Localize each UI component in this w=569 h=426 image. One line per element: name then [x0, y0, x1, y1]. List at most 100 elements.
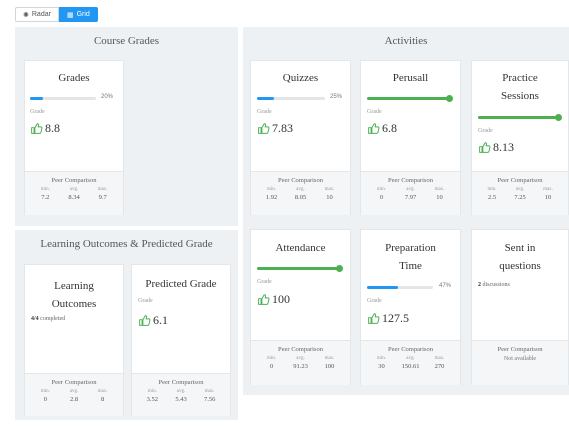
peer-min: 0: [379, 194, 384, 201]
peer-min: 1.92: [265, 194, 278, 201]
course-grades-panel: Course Grades Grades 20% Grade 8.8 Peer …: [15, 27, 238, 226]
quizzes-progress-fill: [257, 97, 274, 100]
learning-panel-title: Learning Outcomes & Predicted Grade: [40, 238, 213, 250]
attendance-title: Attendance: [275, 242, 326, 254]
grades-value: 8.8: [30, 121, 60, 136]
peer-min: 3.52: [146, 396, 159, 403]
grades-progress-bar: [30, 97, 96, 100]
grid-view-button[interactable]: ▦ Grid: [58, 7, 98, 22]
peer-max: 9.7: [98, 194, 107, 201]
thumbs-up-icon: [478, 141, 491, 154]
learning-outcomes-title: Learning Outcomes: [51, 280, 97, 310]
outcomes-peer-comparison: Peer Comparison min. 0 avg. 2.8 max. 8: [25, 373, 123, 416]
sent-discussions: 2 discussions: [478, 282, 510, 288]
attendance-grade-label: Grade: [257, 279, 272, 285]
quizzes-progress-bar: [257, 97, 325, 100]
thumbs-up-icon: [30, 122, 43, 135]
peer-min: 2.5: [487, 194, 497, 201]
prep-percent: 47%: [439, 283, 452, 289]
peer-avg: 5.43: [175, 396, 187, 403]
prep-peer-comparison: Peer Comparison min. 30 avg. 150.61 max. 27…: [361, 340, 460, 385]
quizzes-card[interactable]: Quizzes 25% Grade 7.83 Peer Comparison m…: [250, 60, 351, 215]
attendance-peer-comparison: Peer Comparison min. 0 avg. 91.23 max. 100: [251, 340, 350, 385]
radar-icon: ✺: [23, 11, 29, 19]
predicted-grade-title: Predicted Grade: [145, 278, 217, 290]
prep-progress-bar: [367, 286, 433, 289]
grades-card[interactable]: Grades 20% Grade 8.8 Peer Comparison min…: [24, 60, 124, 215]
thumbs-up-icon: [138, 314, 151, 327]
practice-sessions-card[interactable]: Practice Sessions Grade 8.13 Peer Compar…: [471, 60, 569, 215]
sent-questions-title: Sent in questions: [499, 242, 541, 272]
practice-progress-fill: [478, 116, 558, 119]
course-grades-title: Course Grades: [93, 35, 160, 47]
grades-grade-label: Grade: [30, 109, 45, 115]
prep-value: 127.5: [367, 311, 409, 326]
complete-dot-icon: [336, 265, 343, 272]
perusall-card[interactable]: Perusall Grade 6.8 Peer Comparison min. 0…: [360, 60, 461, 215]
peer-max: 8: [101, 396, 105, 403]
practice-progress-bar: [478, 114, 562, 121]
practice-grade-label: Grade: [478, 128, 493, 134]
perusall-value: 6.8: [367, 121, 397, 136]
predicted-grade-card[interactable]: Predicted Grade Grade 6.1 Peer Compariso…: [131, 264, 231, 416]
attendance-progress-fill: [257, 267, 339, 270]
grades-card-title: Grades: [58, 72, 90, 84]
peer-max: 270: [434, 363, 445, 370]
peer-max: 7.56: [203, 396, 216, 403]
peer-max: 100: [324, 363, 335, 370]
learning-outcomes-panel: Learning Outcomes & Predicted Grade Lear…: [15, 230, 238, 420]
perusall-peer-comparison: Peer Comparison min. 0 avg. 7.97 max. 10: [361, 171, 460, 215]
perusall-progress-bar: [367, 95, 453, 102]
attendance-value: 100: [257, 292, 290, 307]
thumbs-up-icon: [367, 312, 380, 325]
grid-label: Grid: [76, 11, 90, 18]
radar-view-button[interactable]: ✺ Radar: [15, 7, 59, 22]
sent-peer-comparison: Peer Comparison Not available: [472, 340, 568, 385]
attendance-progress-bar: [257, 265, 343, 272]
quizzes-peer-comparison: Peer Comparison min. 1.92 avg. 8.05 max. 10: [251, 171, 350, 215]
peer-avg: 7.97: [404, 194, 417, 201]
preparation-time-card[interactable]: Preparation Time 47% Grade 127.5 Peer Co…: [360, 229, 461, 385]
grid-icon: ▦: [66, 11, 74, 19]
predicted-peer-comparison: Peer Comparison min. 3.52 avg. 5.43 max. 7.…: [132, 373, 230, 416]
peer-min: 0: [43, 396, 47, 403]
prep-grade-label: Grade: [367, 298, 382, 304]
grades-percent: 20%: [101, 94, 114, 100]
thumbs-up-icon: [367, 122, 380, 135]
peer-min: 0: [269, 363, 274, 370]
predicted-grade-label: Grade: [138, 298, 153, 304]
radar-label: Radar: [31, 11, 51, 18]
prep-progress-fill: [367, 286, 399, 289]
perusall-progress-fill: [367, 97, 449, 100]
not-available-label: Not available: [503, 356, 537, 362]
practice-peer-comparison: Peer Comparison min. 2.5 avg. 7.25 max. 10: [472, 171, 568, 215]
perusall-grade-label: Grade: [367, 109, 382, 115]
complete-dot-icon: [555, 114, 562, 121]
peer-avg: 8.05: [294, 194, 307, 201]
peer-avg: 7.25: [514, 194, 526, 201]
thumbs-up-icon: [257, 293, 270, 306]
activities-title: Activities: [384, 35, 428, 47]
predicted-value: 6.1: [138, 313, 168, 328]
activities-panel: Activities Quizzes 25% Grade 7.83 Peer C…: [243, 27, 569, 395]
attendance-card[interactable]: Attendance Grade 100 Peer Comparison min…: [250, 229, 351, 385]
grades-progress-fill: [30, 97, 44, 100]
sent-questions-card[interactable]: Sent in questions 2 discussions Peer Com…: [471, 229, 569, 385]
thumbs-up-icon: [257, 122, 270, 135]
peer-avg: 2.8: [69, 396, 79, 403]
learning-outcomes-card[interactable]: Learning Outcomes 4/4 completed Peer Com…: [24, 264, 124, 416]
peer-avg: 8.34: [68, 194, 80, 201]
peer-avg: 150.61: [401, 363, 420, 370]
peer-min: 7.2: [41, 194, 50, 201]
practice-value: 8.13: [478, 140, 514, 155]
preparation-time-title: Preparation Time: [385, 242, 436, 272]
peer-avg: 91.23: [293, 363, 308, 370]
peer-max: 10: [544, 194, 552, 201]
peer-max: 10: [326, 194, 333, 201]
practice-sessions-title: Practice Sessions: [501, 72, 539, 102]
quizzes-percent: 25%: [330, 94, 343, 100]
view-toggle: ✺ Radar ▦ Grid: [15, 7, 98, 22]
quizzes-title: Quizzes: [282, 72, 319, 84]
grades-peer-comparison: Peer Comparison min. 7.2 avg. 8.34 max. 9.7: [25, 171, 123, 215]
quizzes-value: 7.83: [257, 121, 293, 136]
